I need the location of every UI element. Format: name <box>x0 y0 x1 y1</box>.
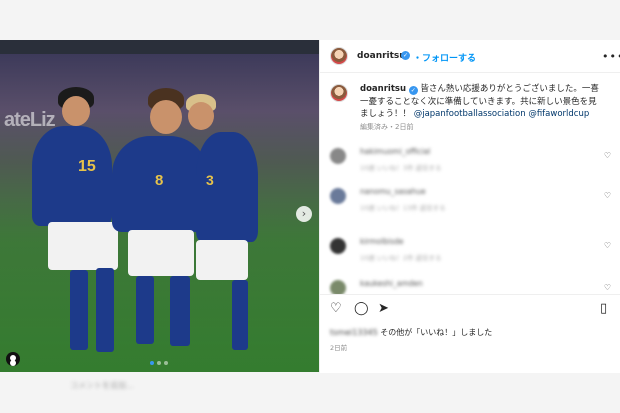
comment-icon[interactable]: ◯ <box>354 301 369 316</box>
carousel-dot <box>157 361 161 365</box>
jersey-number: 8 <box>155 172 164 189</box>
author-avatar[interactable] <box>330 47 348 65</box>
jersey-number: 15 <box>78 158 96 175</box>
heart-icon[interactable]: ♡ <box>330 301 342 316</box>
player-sock <box>232 280 248 350</box>
player-sock <box>136 276 154 344</box>
carousel-dots <box>150 361 168 365</box>
comment-like-icon[interactable]: ♡ <box>604 191 611 200</box>
author-username[interactable]: doanritsu <box>357 51 406 61</box>
post-actions: ♡ ◯ ➤ ▯ tsmei13345 その他が「いいね！」しました 2日前 <box>320 294 620 373</box>
comment-like-icon[interactable]: ♡ <box>604 241 611 250</box>
carousel-dot <box>150 361 154 365</box>
caption-mentions[interactable]: @japanfootballassociation @fifaworldcup <box>414 109 590 119</box>
comment-username[interactable]: kaukeshi_amden <box>360 279 423 288</box>
comment-avatar[interactable] <box>330 148 346 164</box>
caption-author-avatar[interactable] <box>330 84 348 102</box>
player-head <box>150 100 182 134</box>
next-photo-button[interactable]: › <box>296 206 312 222</box>
player-shorts <box>128 230 194 276</box>
comment-username[interactable]: kirmolbisde <box>360 237 403 246</box>
follow-button[interactable]: ・フォローする <box>413 51 476 64</box>
player-sock <box>96 268 114 352</box>
comment-meta: 10週 いいね！2件 返信する <box>360 254 442 262</box>
comment-meta: 10週 いいね！13件 返信する <box>360 204 446 212</box>
player-jersey <box>32 126 112 226</box>
post-header: doanritsu ✓ ・フォローする ••• <box>320 40 620 73</box>
verified-badge-icon: ✓ <box>401 51 410 60</box>
post-photo: ateLiz 15 8 3 <box>0 54 319 372</box>
more-options-icon[interactable]: ••• <box>602 50 620 63</box>
post-media[interactable]: ateLiz 15 8 3 › <box>0 40 319 372</box>
player-head <box>188 102 214 130</box>
comment-username[interactable]: hakimuomi_official <box>360 147 430 156</box>
comment-username[interactable]: nanomu_sasahue <box>360 187 426 196</box>
caption-username[interactable]: doanritsu <box>360 84 406 94</box>
instagram-post: ateLiz 15 8 3 › doanritsu ✓ ・フォローする •• d… <box>0 40 620 373</box>
likes-username[interactable]: tsmei13345 <box>330 328 378 337</box>
player-sock <box>70 270 88 350</box>
comment-like-icon[interactable]: ♡ <box>604 151 611 160</box>
verified-badge-icon: ✓ <box>408 86 418 95</box>
comment-meta: 10週 いいね！3件 返信する <box>360 164 442 172</box>
likes-suffix: その他が「いいね！」しました <box>380 328 493 337</box>
bookmark-icon[interactable]: ▯ <box>600 301 607 316</box>
player-shorts <box>196 240 248 280</box>
comment-item: hakimuomi_official 10週 いいね！3件 返信する ♡ <box>330 144 615 180</box>
post-sidebar: doanritsu ✓ ・フォローする ••• doanritsu ✓ 皆さん熱… <box>319 40 620 373</box>
player-head <box>62 96 90 126</box>
post-date: 2日前 <box>330 344 348 352</box>
comment-item: kirmolbisde 10週 いいね！2件 返信する ♡ <box>330 234 615 270</box>
share-icon[interactable]: ➤ <box>378 301 389 316</box>
comment-item: nanomu_sasahue 10週 いいね！13件 返信する ♡ <box>330 184 615 220</box>
stand-banner-text: ateLiz <box>4 109 56 131</box>
edited-timestamp: 編集済み・2日前 <box>360 123 414 131</box>
likes-summary[interactable]: tsmei13345 その他が「いいね！」しました <box>330 327 492 338</box>
player-sock <box>170 276 190 346</box>
player-shorts <box>48 222 118 270</box>
carousel-dot <box>164 361 168 365</box>
tagged-users-icon[interactable] <box>6 352 20 366</box>
comment-avatar[interactable] <box>330 188 346 204</box>
comment-like-icon[interactable]: ♡ <box>604 283 611 292</box>
jersey-number: 3 <box>206 172 214 188</box>
post-caption: doanritsu ✓ 皆さん熱い応援ありがとうございました。一喜一憂することな… <box>360 83 600 121</box>
blurred-footer-text: コメントを追加... <box>70 381 134 390</box>
comment-avatar[interactable] <box>330 238 346 254</box>
